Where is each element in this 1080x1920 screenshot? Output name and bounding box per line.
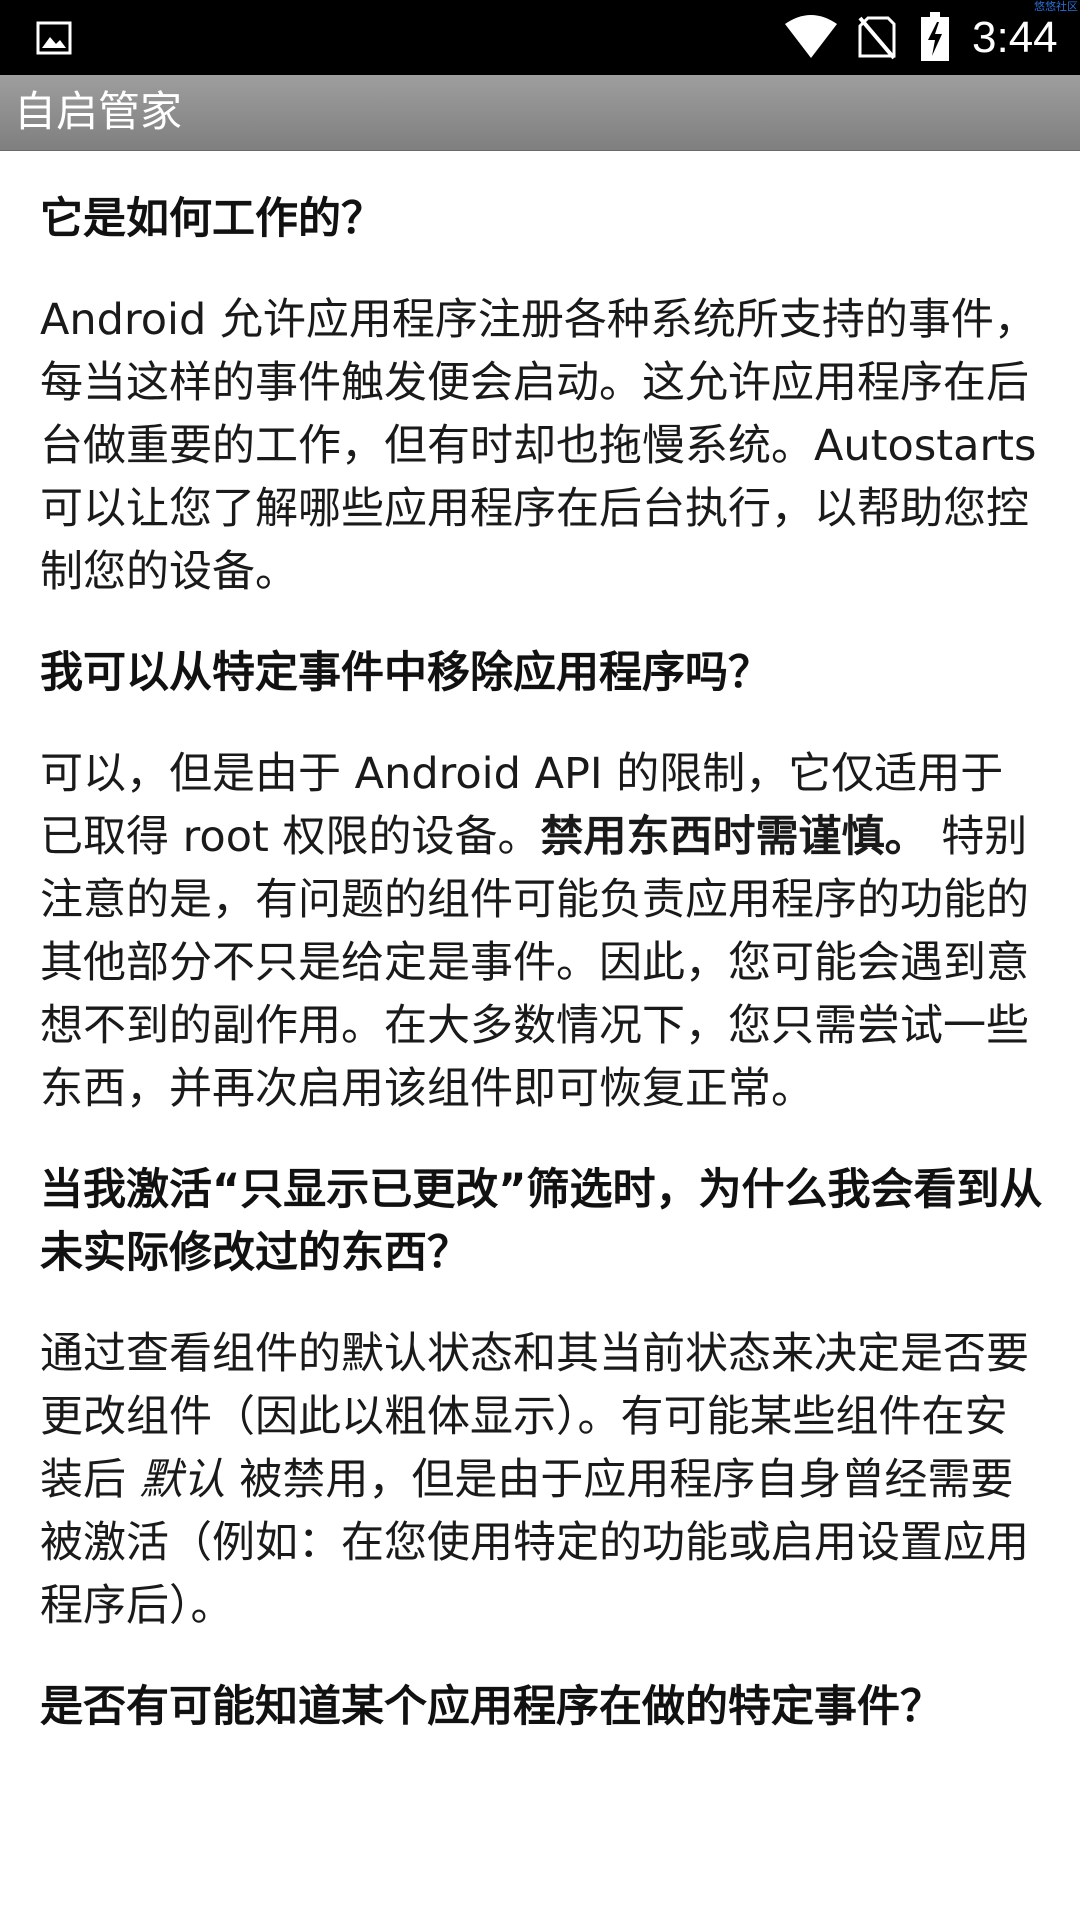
faq-answer-how-it-works: Android 允许应用程序注册各种系统所支持的事件，每当这样的事件触发便会启动…: [40, 295, 1037, 597]
faq-question-changed-filter: 当我激活“只显示已更改”筛选时，为什么我会看到从未实际修改过的东西？: [40, 1165, 1043, 1278]
status-clock: 3:44: [972, 13, 1058, 62]
action-bar: 自启管家: [0, 75, 1080, 151]
faq-question-remove-app: 我可以从特定事件中移除应用程序吗？: [40, 648, 771, 698]
faq-answer-changed-filter: 通过查看组件的默认状态和其当前状态来决定是否要更改组件（因此以粗体显示）。有可能…: [40, 1323, 1045, 1638]
status-bar: 3:44 悠悠社区: [0, 0, 1080, 75]
watermark-text: 悠悠社区: [1034, 0, 1078, 13]
gallery-icon: [36, 21, 72, 55]
faq-question-specific-event: 是否有可能知道某个应用程序在做的特定事件？: [40, 1682, 943, 1732]
wifi-icon: [785, 15, 837, 58]
faq-answer-remove-app: 可以，但是由于 Android API 的限制，它仅适用于已取得 root 权限…: [40, 743, 1045, 1121]
emphasis-text: 默认: [139, 1455, 226, 1505]
faq-content[interactable]: 它是如何工作的？ Android 允许应用程序注册各种系统所支持的事件，每当这样…: [40, 150, 1045, 1739]
warning-text: 禁用东西时需谨慎。: [540, 812, 928, 862]
faq-question-how-it-works: 它是如何工作的？: [40, 194, 384, 244]
no-sim-icon: [858, 16, 896, 60]
battery-charging-icon: [921, 12, 949, 61]
app-title: 自启管家: [14, 87, 183, 136]
